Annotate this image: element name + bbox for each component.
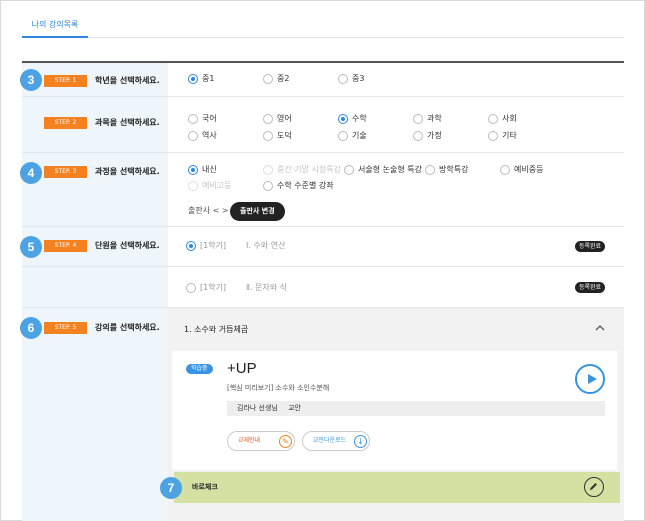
publisher-change-button[interactable]: 출판사 변경 [230, 202, 285, 221]
radio-icon [186, 241, 196, 251]
teacher-role: 교안 [288, 404, 301, 412]
pencil-glyph [590, 483, 597, 490]
quick-check-bar[interactable]: 바로체크 [174, 472, 620, 503]
registered-badge: 등록완료 [575, 241, 606, 252]
step4-label-cell: STEP. 4 단원을 선택하세요. [22, 227, 168, 266]
marker-5: 5 [20, 236, 42, 258]
marker-4: 4 [20, 162, 42, 184]
radio-icon [488, 114, 498, 124]
radio-icon [188, 165, 198, 175]
step3-tag: STEP. 3 [44, 166, 87, 178]
lecture-group-title: 1. 소수와 거듭제곱 [184, 325, 249, 334]
step1-title: 학년을 선택하세요. [95, 76, 160, 85]
radio-icon [188, 114, 198, 124]
pencil-icon[interactable] [584, 477, 604, 497]
step3-title: 과정을 선택하세요. [95, 167, 160, 176]
step2-row: STEP. 2 과목을 선택하세요. 국어 영어 수학 과학 사회 역사 도덕 … [22, 97, 624, 153]
radio-icon [500, 165, 510, 175]
radio-icon [425, 165, 435, 175]
radio-icon [186, 283, 196, 293]
step4-title: 단원을 선택하세요. [95, 241, 160, 250]
pencil-icon: ✎ [279, 435, 292, 448]
lecture-subtitle: [핵심 미리보기] 소수와 소인수분해 [227, 384, 330, 392]
radio-icon [263, 114, 273, 124]
textbook-info-button[interactable]: 교재안내 ✎ [227, 431, 295, 451]
marker-7: 7 [160, 477, 182, 499]
tab-bar: 나의 강의목록 [22, 16, 624, 38]
radio-icon [188, 74, 198, 84]
radio-icon [338, 131, 348, 141]
step4-row: STEP. 4 단원을 선택하세요. [1학기] Ⅰ. 수와 연산 등록완료 [22, 227, 624, 267]
tab-my-lectures[interactable]: 나의 강의목록 [22, 16, 88, 38]
radio-icon [344, 165, 354, 175]
teacher-info: 김라나 선생님 교안 [227, 401, 605, 416]
marker-6: 6 [20, 317, 42, 339]
step4-tag: STEP. 4 [44, 240, 87, 252]
step5-tag: STEP. 5 [44, 322, 87, 334]
radio-icon [338, 114, 348, 124]
step2-label-cell: STEP. 2 과목을 선택하세요. [22, 97, 168, 152]
lecture-title: +UP [227, 360, 257, 377]
teacher-name: 김라나 선생님 [237, 404, 278, 412]
unit-row-2: [1학기] Ⅱ. 문자와 식 등록완료 [22, 267, 624, 308]
radio-icon [263, 131, 273, 141]
play-icon[interactable] [575, 364, 605, 394]
radio-icon [413, 114, 423, 124]
chevron-up-icon[interactable] [595, 324, 605, 332]
step2-tag: STEP. 2 [44, 117, 87, 129]
radio-icon [263, 74, 273, 84]
step2-title: 과목을 선택하세요. [95, 118, 160, 127]
radio-icon [188, 131, 198, 141]
step1-label-cell: STEP. 1 학년을 선택하세요. [22, 63, 168, 96]
marker-3: 3 [20, 69, 42, 91]
step3-label-cell: STEP. 3 과정을 선택하세요. [22, 153, 168, 226]
step1-row: STEP. 1 학년을 선택하세요. 중1 중2 중3 [22, 63, 624, 97]
radio-icon [188, 181, 198, 191]
download-button[interactable]: 교안다운로드 ↓ [302, 431, 370, 451]
radio-icon [263, 181, 273, 191]
radio-icon [338, 74, 348, 84]
quick-check-label: 바로체크 [192, 483, 218, 491]
radio-icon [263, 165, 273, 175]
publisher-label: 출판사 < > [188, 206, 229, 215]
download-icon: ↓ [354, 435, 367, 448]
lecture-card: 학습중 +UP [핵심 미리보기] 소수와 소인수분해 김라나 선생님 교안 교… [172, 351, 617, 470]
registered-badge: 등록완료 [575, 282, 606, 293]
step1-tag: STEP. 1 [44, 75, 87, 87]
step3-row: STEP. 3 과정을 선택하세요. 내신 중간·기말 시험특강 서술형 논술형… [22, 153, 624, 227]
radio-icon [488, 131, 498, 141]
lecture-group-header[interactable]: 1. 소수와 거듭제곱 [168, 308, 624, 350]
radio-icon [413, 131, 423, 141]
studying-badge: 학습중 [186, 364, 213, 374]
step5-title: 강의를 선택하세요. [95, 323, 160, 332]
